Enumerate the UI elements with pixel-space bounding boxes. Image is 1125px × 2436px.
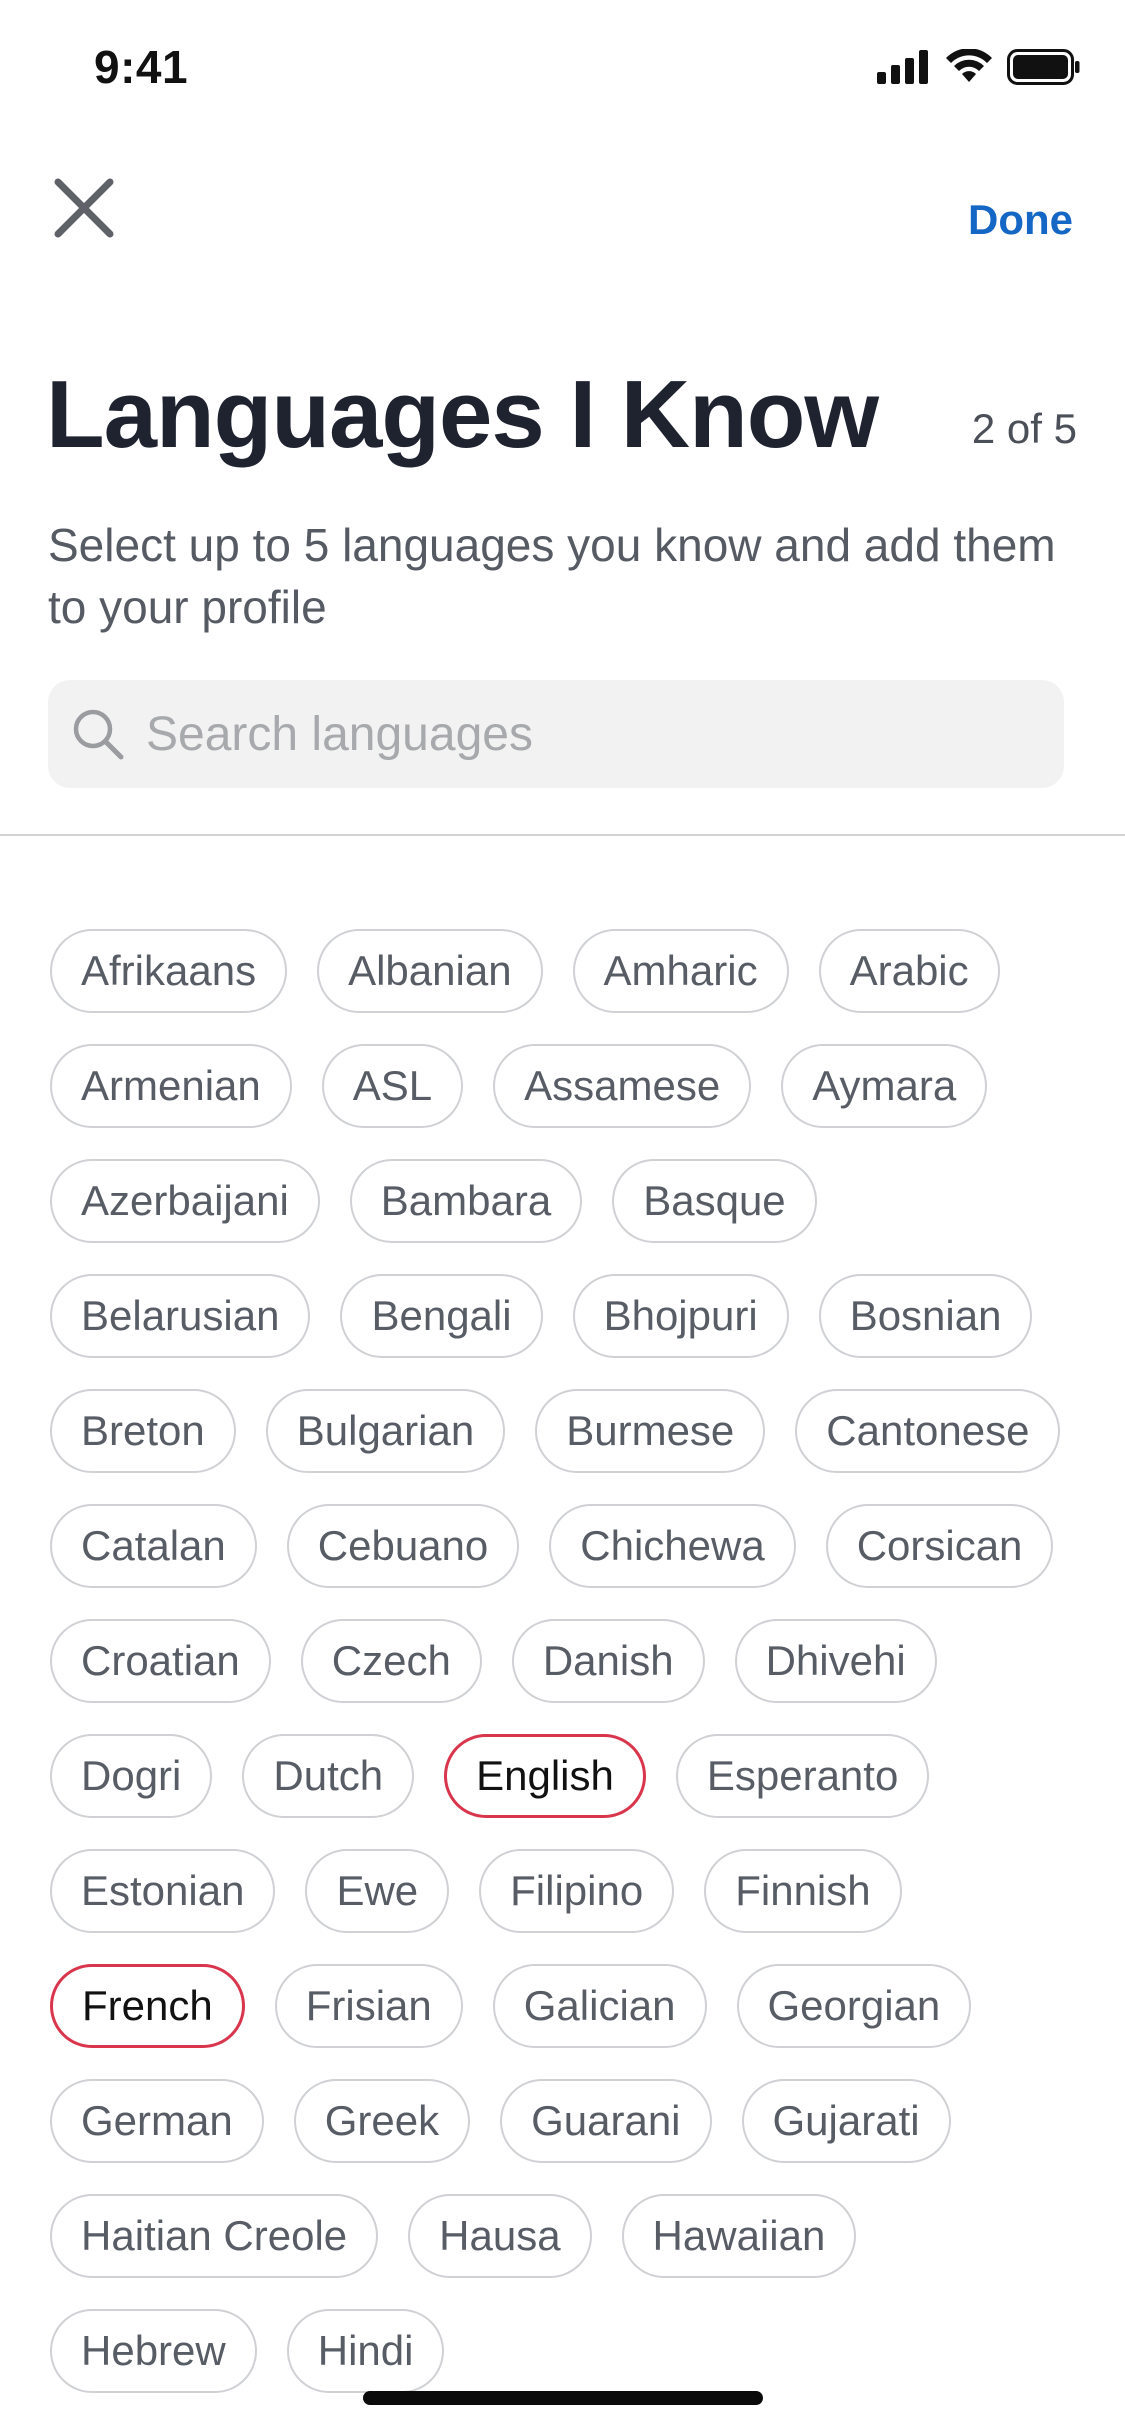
languages-screen: 9:41 Done Languages I Know 2 of 5 Select… [0, 0, 1125, 2436]
language-chip[interactable]: Galician [492, 1964, 707, 2048]
language-chip[interactable]: Albanian [317, 929, 543, 1013]
language-chip[interactable]: Bhojpuri [572, 1274, 789, 1358]
language-chip[interactable]: Hausa [408, 2194, 592, 2278]
language-chip[interactable]: Belarusian [50, 1274, 311, 1358]
search-icon [70, 706, 126, 762]
language-chip-list: Afrikaans Albanian Amharic Arabic Armenian AS… [50, 929, 1090, 2393]
search-field[interactable] [48, 680, 1064, 788]
selection-counter: 2 of 5 [971, 405, 1077, 452]
language-chip[interactable]: Hebrew [50, 2309, 257, 2393]
language-chip[interactable]: Catalan [50, 1504, 257, 1588]
language-chip[interactable]: Azerbaijani [50, 1159, 320, 1243]
language-chip[interactable]: Arabic [818, 929, 1000, 1013]
language-chip[interactable]: Esperanto [675, 1734, 930, 1818]
language-chip[interactable]: Bambara [349, 1159, 583, 1243]
page-subtitle: Select up to 5 languages you know and ad… [48, 519, 1056, 633]
language-chip[interactable]: Basque [612, 1159, 817, 1243]
language-chip[interactable]: Aymara [781, 1044, 988, 1128]
language-chip-selected[interactable]: English [444, 1734, 646, 1818]
language-chip[interactable]: Ewe [305, 1849, 450, 1933]
status-icons [877, 44, 1081, 94]
language-chip[interactable]: Croatian [50, 1619, 271, 1703]
language-chip[interactable]: Cebuano [286, 1504, 520, 1588]
status-time: 9:41 [94, 41, 189, 93]
close-button[interactable] [46, 172, 122, 248]
status-bar: 9:41 [0, 0, 1125, 132]
cellular-signal-icon [877, 49, 931, 89]
language-chip[interactable]: Czech [300, 1619, 482, 1703]
language-chip[interactable]: Dhivehi [734, 1619, 937, 1703]
language-chip[interactable]: Burmese [535, 1389, 766, 1473]
language-chip[interactable]: Haitian Creole [50, 2194, 379, 2278]
language-chip[interactable]: Dutch [242, 1734, 415, 1818]
language-chip[interactable]: Gujarati [741, 2079, 951, 2163]
language-chip[interactable]: Hawaiian [621, 2194, 857, 2278]
wifi-icon [945, 47, 993, 90]
done-button[interactable]: Done [968, 196, 1073, 244]
language-chip[interactable]: Cantonese [795, 1389, 1061, 1473]
language-chip[interactable]: Corsican [825, 1504, 1054, 1588]
language-chip[interactable]: Frisian [274, 1964, 463, 2048]
language-chip[interactable]: Estonian [50, 1849, 276, 1933]
language-chip[interactable]: Georgian [736, 1964, 972, 2048]
language-chip[interactable]: Chichewa [549, 1504, 796, 1588]
close-icon [52, 176, 116, 245]
language-chip[interactable]: ASL [321, 1044, 464, 1128]
language-chip[interactable]: Amharic [572, 929, 789, 1013]
language-chip-selected[interactable]: French [50, 1964, 245, 2048]
home-indicator[interactable] [363, 2391, 763, 2405]
page-title: Languages I Know [46, 361, 879, 468]
language-chip[interactable]: Filipino [479, 1849, 675, 1933]
language-chip[interactable]: Dogri [50, 1734, 213, 1818]
language-chip[interactable]: Bengali [340, 1274, 543, 1358]
language-chip[interactable]: Hindi [286, 2309, 445, 2393]
language-chip[interactable]: Bosnian [818, 1274, 1033, 1358]
language-chip[interactable]: Guarani [500, 2079, 712, 2163]
language-chip[interactable]: Assamese [493, 1044, 752, 1128]
language-chip[interactable]: Armenian [50, 1044, 292, 1128]
language-chip[interactable]: Afrikaans [50, 929, 288, 1013]
language-chip[interactable]: Bulgarian [265, 1389, 506, 1473]
battery-icon [1007, 48, 1081, 90]
language-chip[interactable]: Greek [293, 2079, 471, 2163]
language-chip[interactable]: Breton [50, 1389, 236, 1473]
search-input[interactable] [146, 706, 1026, 762]
language-chip[interactable]: German [50, 2079, 264, 2163]
divider [0, 834, 1125, 836]
language-chip[interactable]: Finnish [704, 1849, 902, 1933]
language-chip[interactable]: Danish [511, 1619, 705, 1703]
